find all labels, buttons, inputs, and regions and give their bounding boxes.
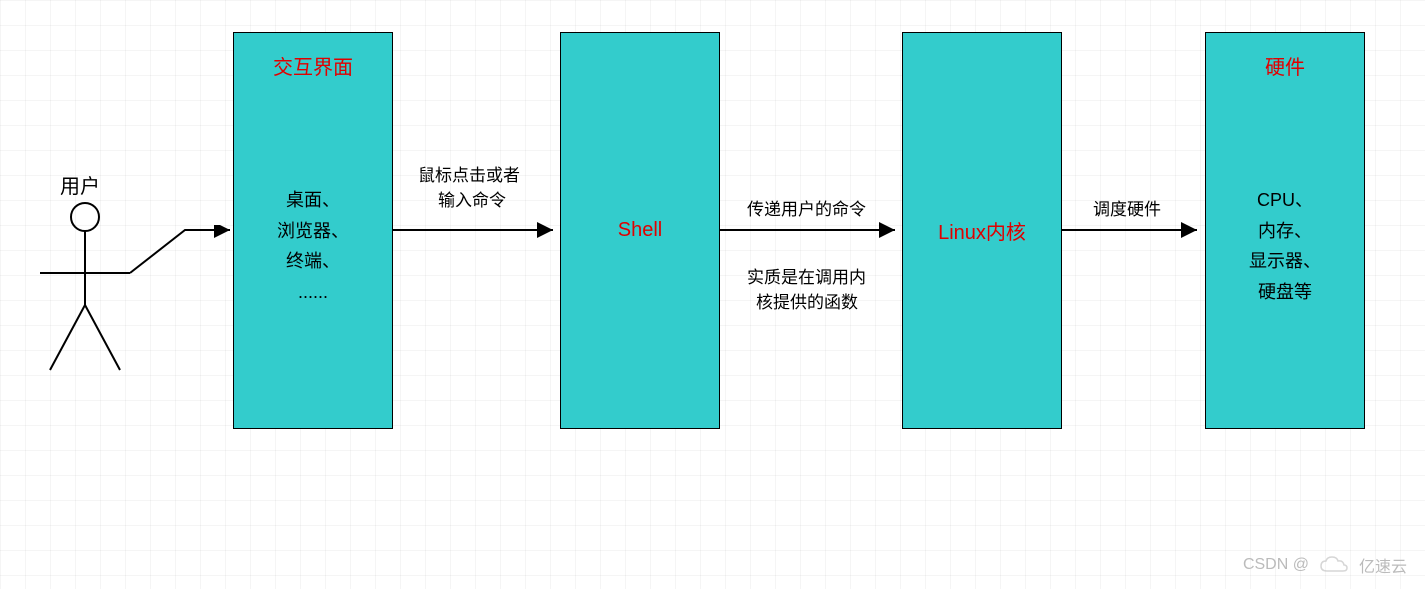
box-hw-line: 硬盘等 <box>1206 277 1364 308</box>
arrow-kernel-to-hw <box>1062 220 1207 240</box>
user-label: 用户 <box>60 172 100 202</box>
box-hardware: 硬件 CPU、 内存、 显示器、 硬盘等 <box>1205 32 1365 429</box>
box-ui-line: 桌面、 <box>234 185 392 216</box>
label-pass-command: 传递用户的命令 <box>747 197 866 223</box>
watermark: CSDN @ 亿速云 <box>1243 553 1407 577</box>
box-kernel: Linux内核 <box>902 32 1062 429</box>
box-ui-title: 交互界面 <box>234 51 392 80</box>
box-ui-line: 浏览器、 <box>234 216 392 247</box>
label-mouse-input-top: 鼠标点击或者 <box>418 163 520 189</box>
label-mouse-input-bottom: 输入命令 <box>438 188 506 214</box>
label-schedule-hw: 调度硬件 <box>1093 197 1161 223</box>
arrow-ui-to-shell <box>393 220 563 240</box>
user-stick-figure <box>25 195 145 385</box>
cloud-icon <box>1319 555 1349 575</box>
box-shell: Shell <box>560 32 720 429</box>
box-hardware-body: CPU、 内存、 显示器、 硬盘等 <box>1206 185 1364 307</box>
arrow-shell-to-kernel <box>720 220 905 240</box>
box-hw-line: 显示器、 <box>1206 246 1364 277</box>
watermark-right: 亿速云 <box>1359 553 1407 577</box>
box-hw-line: CPU、 <box>1206 185 1364 216</box>
box-ui-line: 终端、 <box>234 246 392 277</box>
watermark-left: CSDN @ <box>1243 556 1309 574</box>
arrow-user-to-ui <box>130 225 240 285</box>
box-hardware-title: 硬件 <box>1206 51 1364 80</box>
label-call-func-b: 核提供的函数 <box>756 290 858 316</box>
box-shell-title: Shell <box>618 219 662 242</box>
box-kernel-title: Linux内核 <box>938 216 1026 245</box>
box-ui-body: 桌面、 浏览器、 终端、 ...... <box>234 185 392 307</box>
label-call-func-a: 实质是在调用内 <box>747 265 866 291</box>
box-ui-line: ...... <box>234 277 392 308</box>
box-hw-line: 内存、 <box>1206 216 1364 247</box>
box-ui: 交互界面 桌面、 浏览器、 终端、 ...... <box>233 32 393 429</box>
